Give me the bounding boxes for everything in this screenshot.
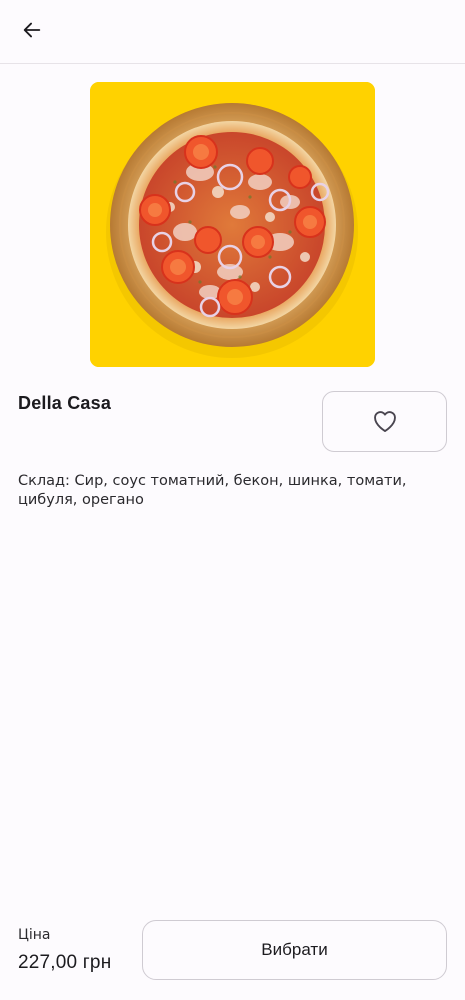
product-detail-screen: Della Casa Склад: Сир, соус томатний, бе… (0, 0, 465, 1000)
favorite-button[interactable] (322, 391, 447, 452)
arrow-left-icon (21, 19, 43, 45)
product-composition: Склад: Сир, соус томатний, бекон, шинка,… (18, 473, 407, 508)
price-value: 227,00 грн (18, 952, 112, 973)
price-label: Ціна (18, 927, 51, 943)
price-block: Ціна 227,00 грн (18, 927, 111, 974)
pizza-image (90, 82, 375, 367)
top-app-bar (0, 0, 465, 64)
select-button[interactable]: Вибрати (142, 920, 447, 980)
heart-outline-icon (371, 407, 399, 437)
back-button[interactable] (14, 14, 50, 50)
product-title: Della Casa (18, 393, 112, 413)
